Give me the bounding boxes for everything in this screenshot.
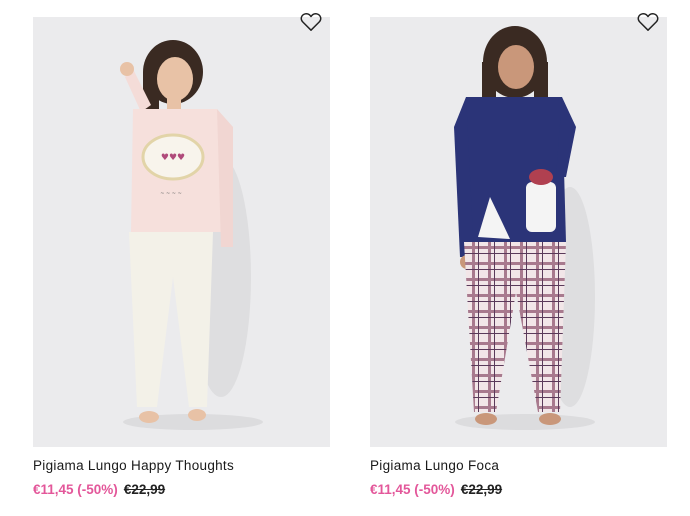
- original-price: €22,99: [460, 482, 503, 497]
- price-block: €11,45 (-50%) €22,99: [370, 482, 502, 497]
- sale-price: €11,45 (-50%): [33, 482, 118, 497]
- price-block: €11,45 (-50%) €22,99: [33, 482, 165, 497]
- original-price: €22,99: [123, 482, 166, 497]
- product-name[interactable]: Pigiama Lungo Foca: [370, 458, 499, 473]
- sale-price: €11,45 (-50%): [370, 482, 455, 497]
- svg-text:~ ~ ~ ~: ~ ~ ~ ~: [160, 191, 182, 197]
- product-image[interactable]: [370, 17, 667, 447]
- heart-outline-icon[interactable]: [300, 12, 322, 32]
- svg-text:♥♥♥: ♥♥♥: [161, 153, 185, 163]
- product-name[interactable]: Pigiama Lungo Happy Thoughts: [33, 458, 234, 473]
- product-image[interactable]: ♥♥♥ ~ ~ ~ ~: [33, 17, 330, 447]
- heart-outline-icon[interactable]: [637, 12, 659, 32]
